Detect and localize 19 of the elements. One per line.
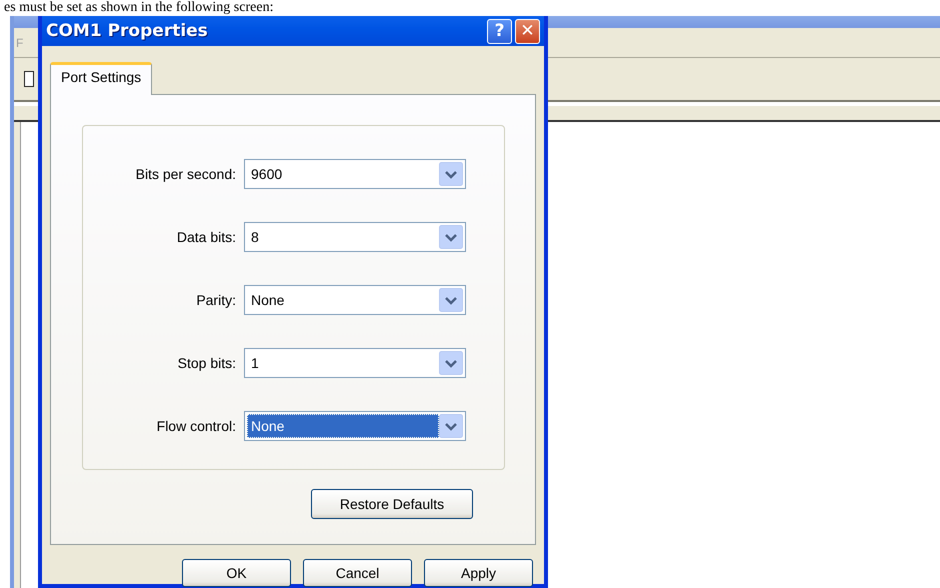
dialog-title: COM1 Properties	[46, 21, 209, 41]
tab[interactable]: Port Settings	[50, 62, 152, 95]
cancel-button[interactable]: Cancel	[303, 559, 412, 587]
dropdown-field[interactable]: 1	[244, 348, 466, 378]
toolbar-icon[interactable]	[24, 71, 34, 87]
dropdown-field[interactable]: None	[244, 285, 466, 315]
dropdown-field[interactable]: 9600	[244, 159, 466, 189]
ok-button[interactable]: OK	[182, 559, 291, 587]
restore-defaults-button[interactable]: Restore Defaults	[311, 489, 473, 519]
field-label: Flow control:	[156, 418, 237, 434]
field-label: Data bits:	[176, 229, 237, 245]
field-label: Parity:	[195, 292, 237, 308]
apply-button[interactable]: Apply	[424, 559, 533, 587]
dropdown-field[interactable]: 8	[244, 222, 466, 252]
help-button[interactable]: ?	[487, 18, 512, 44]
field-label: Stop bits:	[176, 355, 237, 371]
dropdown-field[interactable]: None	[244, 411, 466, 441]
field-label: Bits per second:	[134, 166, 237, 182]
document-caption: es must be set as shown in the following screen:	[3, 0, 274, 16]
